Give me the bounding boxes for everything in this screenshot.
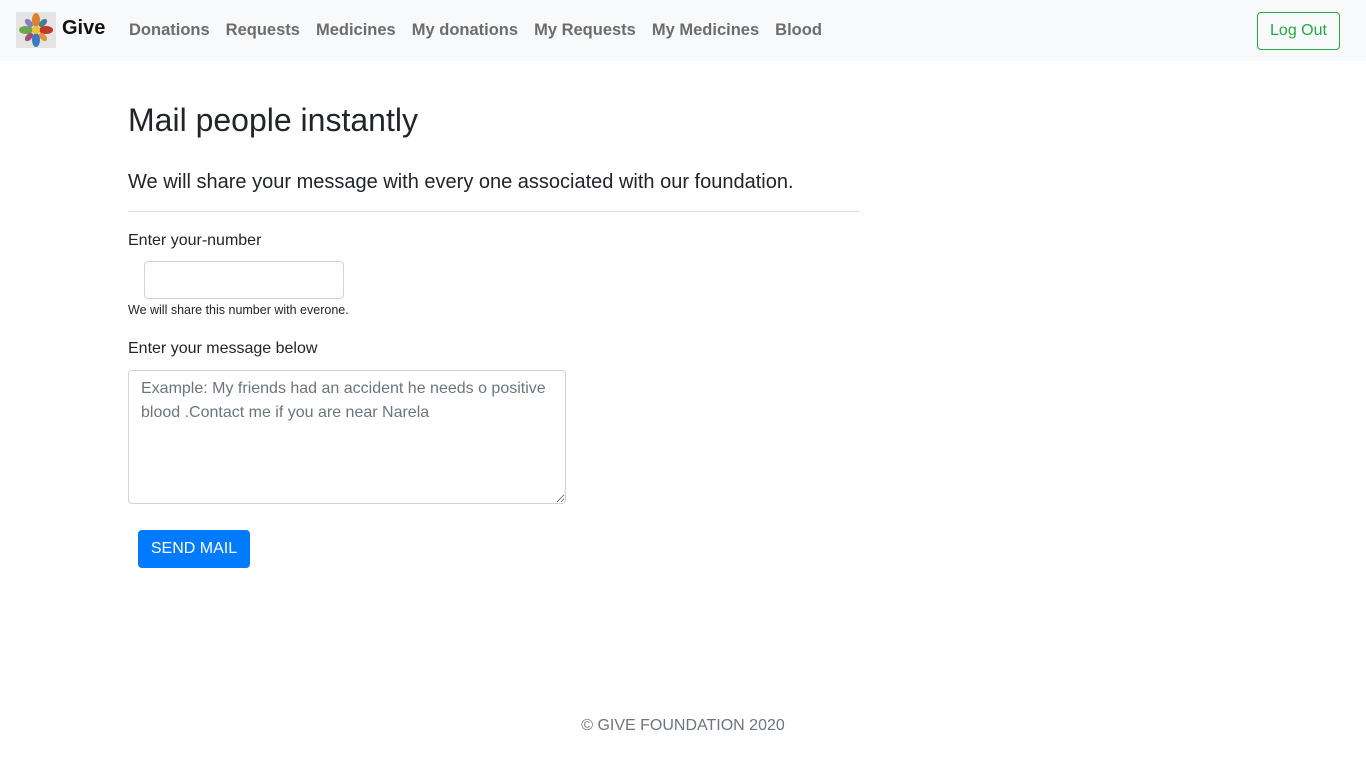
nav-link-my-medicines[interactable]: My Medicines xyxy=(644,19,767,41)
nav-link-my-donations[interactable]: My donations xyxy=(404,19,526,41)
logout-button[interactable]: Log Out xyxy=(1257,12,1340,50)
send-mail-button[interactable]: SEND MAIL xyxy=(138,530,250,568)
mail-form-section: Mail people instantly We will share your… xyxy=(128,98,859,568)
message-label: Enter your message below xyxy=(128,340,318,357)
nav-link-medicines[interactable]: Medicines xyxy=(308,19,404,41)
brand-name: Give xyxy=(62,17,106,39)
lead-text: We will share your message with every on… xyxy=(128,171,794,193)
nav-link-blood[interactable]: Blood xyxy=(767,19,830,41)
number-input[interactable] xyxy=(144,261,344,299)
number-label: Enter your-number xyxy=(128,232,262,249)
nav-links: Donations Requests Medicines My donation… xyxy=(121,19,830,41)
nav-link-requests[interactable]: Requests xyxy=(218,19,308,41)
nav-link-donations[interactable]: Donations xyxy=(121,19,218,41)
footer-copyright: © GIVE FOUNDATION 2020 xyxy=(581,717,785,734)
page-title: Mail people instantly xyxy=(128,102,418,138)
message-textarea[interactable] xyxy=(128,370,566,504)
navbar: Give Donations Requests Medicines My don… xyxy=(0,0,1366,61)
divider xyxy=(128,211,859,212)
foundation-logo-icon xyxy=(16,12,56,48)
number-help-text: We will share this number with everone. xyxy=(128,303,349,317)
nav-link-my-requests[interactable]: My Requests xyxy=(526,19,644,41)
brand-link[interactable]: Give xyxy=(16,12,105,48)
